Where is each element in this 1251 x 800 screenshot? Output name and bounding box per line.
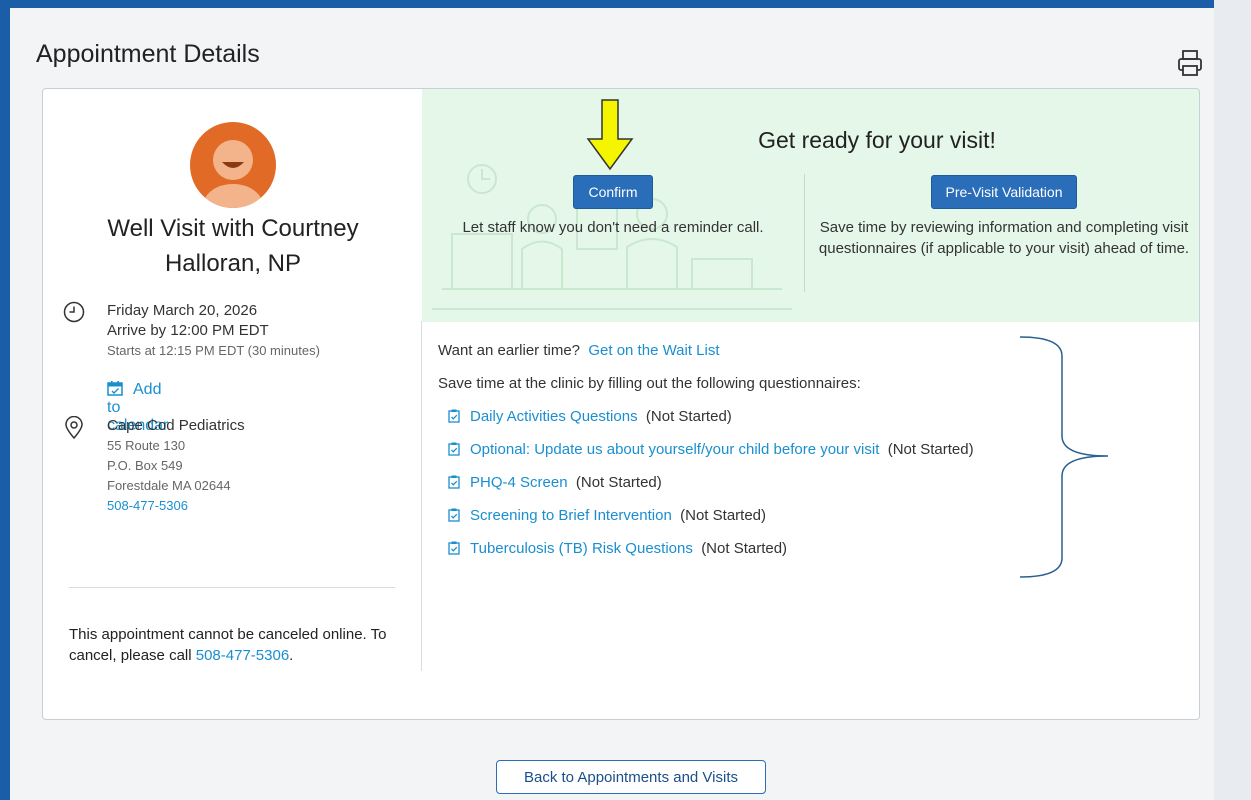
checklist-icon <box>448 541 460 555</box>
location-pin-icon <box>63 415 85 440</box>
waitlist-prompt: Want an earlier time? <box>438 342 581 359</box>
questionnaire-status: (Not Started) <box>645 408 732 425</box>
confirm-button[interactable]: Confirm <box>573 175 653 209</box>
questionnaire-link[interactable]: Daily Activities Questions <box>470 408 638 425</box>
address-line-1: 55 Route 130 <box>107 438 186 453</box>
questionnaire-status: (Not Started) <box>701 540 788 557</box>
highlight-arrow-icon <box>586 99 634 171</box>
provider-avatar <box>190 122 276 208</box>
cancel-phone-link[interactable]: 508-477-5306 <box>196 647 289 664</box>
questionnaire-link[interactable]: Optional: Update us about yourself/your … <box>470 441 879 458</box>
calendar-icon <box>107 381 123 396</box>
questionnaire-link[interactable]: PHQ-4 Screen <box>470 474 568 491</box>
printer-icon[interactable] <box>1173 46 1207 80</box>
questionnaire-link[interactable]: Tuberculosis (TB) Risk Questions <box>470 540 693 557</box>
clock-icon <box>63 301 85 323</box>
visit-date: Friday March 20, 2026 <box>107 302 258 319</box>
previsit-description: Save time by reviewing information and c… <box>818 219 1190 257</box>
page-edge <box>1214 0 1251 800</box>
location-name: Cape Cod Pediatrics <box>107 417 245 434</box>
checklist-icon <box>448 409 460 423</box>
checklist-icon <box>448 508 460 522</box>
pre-visit-validation-button[interactable]: Pre-Visit Validation <box>930 175 1078 209</box>
checklist-icon <box>448 442 460 456</box>
bracket-annotation <box>1019 336 1109 578</box>
address-line-2: P.O. Box 549 <box>107 458 183 473</box>
visit-title: Well Visit with Courtney Halloran, NP <box>107 215 359 277</box>
questionnaire-status: (Not Started) <box>887 441 974 458</box>
banner-divider <box>804 174 805 292</box>
cancel-note: This appointment cannot be canceled onli… <box>69 624 409 666</box>
get-ready-banner: Get ready for your visit! Confirm Let st… <box>422 89 1199 322</box>
banner-title: Get ready for your visit! <box>758 127 996 153</box>
arrive-time: Arrive by 12:00 PM EDT <box>107 322 269 339</box>
questionnaire-status: (Not Started) <box>575 474 662 491</box>
divider <box>69 587 395 588</box>
page-title: Appointment Details <box>36 40 260 68</box>
location-phone-link[interactable]: 508-477-5306 <box>107 496 407 516</box>
start-time: Starts at 12:15 PM EDT (30 minutes) <box>107 343 320 358</box>
cancel-note-end: . <box>289 647 294 664</box>
checklist-icon <box>448 475 460 489</box>
back-to-appointments-button[interactable]: Back to Appointments and Visits <box>496 760 766 794</box>
questionnaire-status: (Not Started) <box>680 507 767 524</box>
previsit-section: Pre-Visit Validation Save time by review… <box>814 175 1194 259</box>
column-divider <box>421 321 422 671</box>
questionnaire-link[interactable]: Screening to Brief Intervention <box>470 507 672 524</box>
address-city: Forestdale MA 02644 <box>107 478 231 493</box>
visit-summary: Well Visit with Courtney Halloran, NP Fr… <box>43 89 421 669</box>
wait-list-link[interactable]: Get on the Wait List <box>588 342 719 359</box>
confirm-section: Confirm Let staff know you don't need a … <box>422 175 804 238</box>
confirm-description: Let staff know you don't need a reminder… <box>462 219 764 236</box>
